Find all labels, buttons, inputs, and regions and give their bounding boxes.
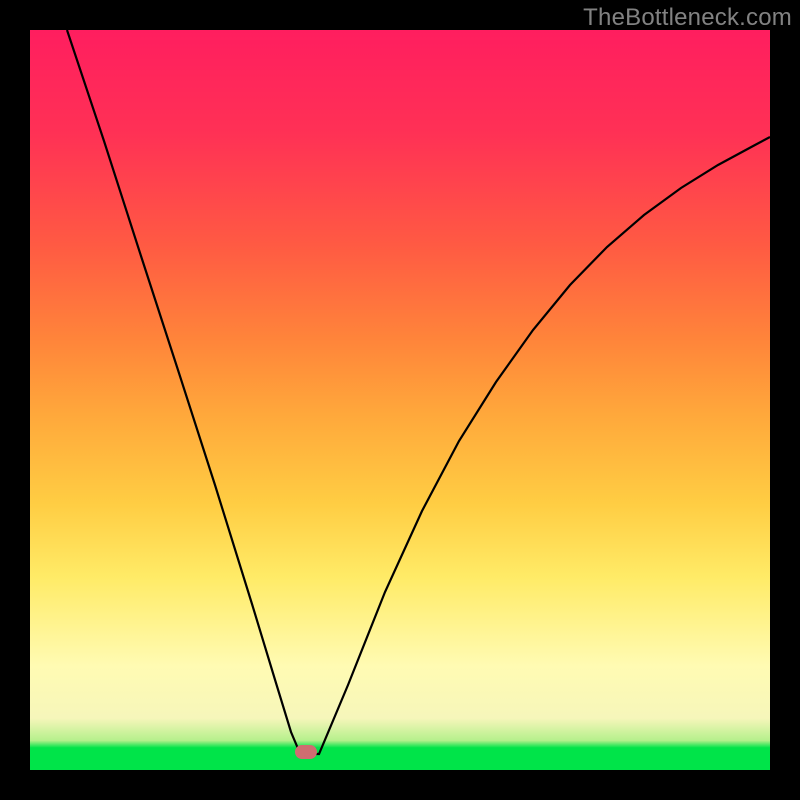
watermark-text: TheBottleneck.com — [583, 4, 792, 32]
bottleneck-curve — [67, 30, 770, 755]
plot-area — [30, 30, 770, 770]
curve-layer — [30, 30, 770, 770]
minimum-marker — [295, 745, 317, 759]
chart-frame: TheBottleneck.com — [0, 0, 800, 800]
